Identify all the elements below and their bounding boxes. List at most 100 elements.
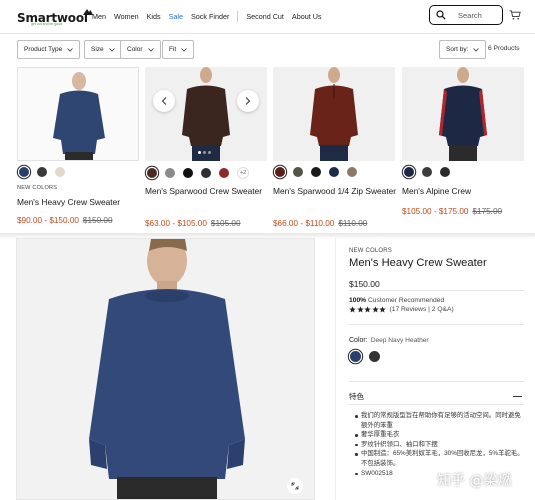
header-divider bbox=[0, 33, 535, 34]
detail-color-swatches bbox=[350, 351, 388, 362]
detail-divider bbox=[349, 324, 524, 325]
recommendation: 100% Customer Recommended bbox=[349, 297, 444, 304]
chevron-down-icon bbox=[108, 47, 115, 52]
product-name[interactable]: Men's Sparwood Crew Sweater bbox=[145, 186, 269, 198]
star-icon bbox=[371, 306, 379, 313]
color-swatches bbox=[275, 167, 365, 177]
carousel-dots bbox=[198, 151, 213, 154]
nav-about-us[interactable]: About Us bbox=[292, 12, 322, 21]
sort-dropdown[interactable]: Sort by: bbox=[439, 40, 487, 59]
product-name[interactable]: Men's Sparwood 1/4 Zip Sweater bbox=[273, 186, 397, 198]
brand-logo[interactable]: Smartwool get out and be good bbox=[17, 9, 93, 27]
carousel-prev-button[interactable] bbox=[153, 90, 175, 112]
filter-fit[interactable]: Fit bbox=[162, 40, 195, 59]
feature-item: 中国制造：65%美利奴羊毛，30%回收尼龙，5%羊驼毛。不包括装饰。 bbox=[355, 449, 525, 468]
swatch[interactable] bbox=[147, 168, 157, 178]
color-value: Deep Navy Heather bbox=[370, 337, 429, 344]
column-divider bbox=[335, 238, 336, 500]
swatch[interactable] bbox=[201, 168, 211, 178]
swatch[interactable] bbox=[329, 167, 339, 177]
carousel-dot[interactable] bbox=[208, 151, 211, 154]
product-image[interactable] bbox=[402, 67, 524, 161]
original-price: $150.00 bbox=[82, 216, 113, 225]
filter-color[interactable]: Color bbox=[120, 40, 161, 59]
brand-tagline: get out and be good bbox=[31, 22, 63, 26]
feature-item: 我们的常规版型旨在帮助你有足够的活动空间。同时避免额外的笨重 bbox=[355, 411, 525, 430]
swatch[interactable] bbox=[19, 167, 29, 177]
filter-bar: Product Type Size Color Fit Sort by: 6 P… bbox=[0, 38, 535, 62]
swatch[interactable] bbox=[219, 168, 229, 178]
new-colors-badge: NEW COLORS bbox=[17, 185, 58, 191]
recommend-text: Customer Recommended bbox=[367, 297, 445, 304]
search-icon bbox=[436, 10, 446, 20]
swatch[interactable] bbox=[440, 167, 450, 177]
watermark: 知乎 @梁燃 bbox=[437, 473, 512, 489]
product-hero-image[interactable] bbox=[16, 238, 315, 500]
nav-second-cut[interactable]: Second Cut bbox=[246, 12, 284, 21]
product-image[interactable] bbox=[145, 67, 267, 161]
site-header: Smartwool get out and be good Men Women … bbox=[0, 0, 535, 33]
features-heading[interactable]: 特色 bbox=[349, 391, 364, 402]
product-image[interactable] bbox=[17, 67, 139, 161]
swatch[interactable] bbox=[404, 167, 414, 177]
collapse-icon[interactable] bbox=[513, 396, 522, 398]
detail-divider bbox=[349, 404, 524, 405]
swatch[interactable] bbox=[55, 167, 65, 177]
sale-price: $66.00 - $110.00 bbox=[273, 219, 335, 228]
nav-men[interactable]: Men bbox=[92, 12, 106, 21]
carousel-dot[interactable] bbox=[203, 151, 206, 154]
cart-icon[interactable] bbox=[509, 10, 521, 20]
swatch[interactable] bbox=[347, 167, 357, 177]
swatch[interactable] bbox=[183, 168, 193, 178]
features-list: 我们的常规版型旨在帮助你有足够的活动空间。同时避免额外的笨重 奢华厚重毛衣 罗纹… bbox=[355, 411, 525, 478]
search-input[interactable]: Search bbox=[429, 5, 503, 25]
sale-price: $90.00 - $150.00 bbox=[17, 216, 79, 225]
chevron-down-icon bbox=[473, 47, 480, 52]
product-price: $90.00 - $150.00 $150.00 bbox=[17, 216, 113, 225]
product-name[interactable]: Men's Alpine Crew bbox=[402, 186, 526, 198]
main-nav: Men Women Kids Sale Sock Finder Second C… bbox=[92, 11, 330, 22]
filter-size[interactable]: Size bbox=[84, 40, 122, 59]
chevron-left-icon bbox=[161, 97, 167, 105]
feature-item: 罗纹针织领口、袖口和下摆 bbox=[355, 440, 525, 450]
reviews-link[interactable]: (17 Reviews | 2 Q&A) bbox=[390, 306, 454, 313]
expand-icon bbox=[291, 482, 299, 490]
nav-women[interactable]: Women bbox=[114, 12, 139, 21]
product-price: $66.00 - $110.00 $110.00 bbox=[273, 219, 367, 228]
expand-image-button[interactable] bbox=[287, 478, 303, 494]
swatch[interactable] bbox=[369, 351, 380, 362]
detail-price: $150.00 bbox=[349, 279, 380, 289]
swatch[interactable] bbox=[165, 168, 175, 178]
product-image[interactable] bbox=[273, 67, 395, 161]
swatch[interactable] bbox=[311, 167, 321, 177]
sort-label: Sort by: bbox=[446, 46, 469, 53]
more-colors-badge[interactable]: +2 bbox=[237, 167, 249, 179]
product-price: $105.00 - $175.00 $175.00 bbox=[402, 207, 502, 216]
color-selector-label: Color: Deep Navy Heather bbox=[349, 337, 429, 344]
star-icon bbox=[379, 306, 386, 313]
search-placeholder: Search bbox=[458, 10, 482, 20]
swatch[interactable] bbox=[37, 167, 47, 177]
color-swatches bbox=[19, 167, 73, 177]
filter-product-type[interactable]: Product Type bbox=[17, 40, 81, 59]
detail-divider bbox=[349, 381, 524, 382]
swatch[interactable] bbox=[293, 167, 303, 177]
product-name[interactable]: Men's Heavy Crew Sweater bbox=[17, 197, 141, 209]
swatch[interactable] bbox=[422, 167, 432, 177]
nav-kids[interactable]: Kids bbox=[147, 12, 161, 21]
product-count: 6 Products bbox=[488, 45, 520, 52]
star-icon bbox=[349, 306, 356, 313]
carousel-next-button[interactable] bbox=[237, 90, 259, 112]
filter-label: Fit bbox=[169, 46, 177, 53]
rating-row: (17 Reviews | 2 Q&A) bbox=[349, 306, 454, 313]
star-icon bbox=[356, 306, 364, 313]
swatch[interactable] bbox=[275, 167, 285, 177]
nav-sock-finder[interactable]: Sock Finder bbox=[191, 12, 229, 21]
carousel-dot[interactable] bbox=[198, 151, 201, 154]
chevron-down-icon bbox=[67, 47, 73, 52]
swatch[interactable] bbox=[350, 351, 361, 362]
color-swatches bbox=[404, 167, 458, 177]
product-price: $63.00 - $105.00 $105.00 bbox=[145, 219, 241, 228]
nav-sale[interactable]: Sale bbox=[169, 12, 183, 21]
detail-badge: NEW COLORS bbox=[349, 248, 393, 254]
